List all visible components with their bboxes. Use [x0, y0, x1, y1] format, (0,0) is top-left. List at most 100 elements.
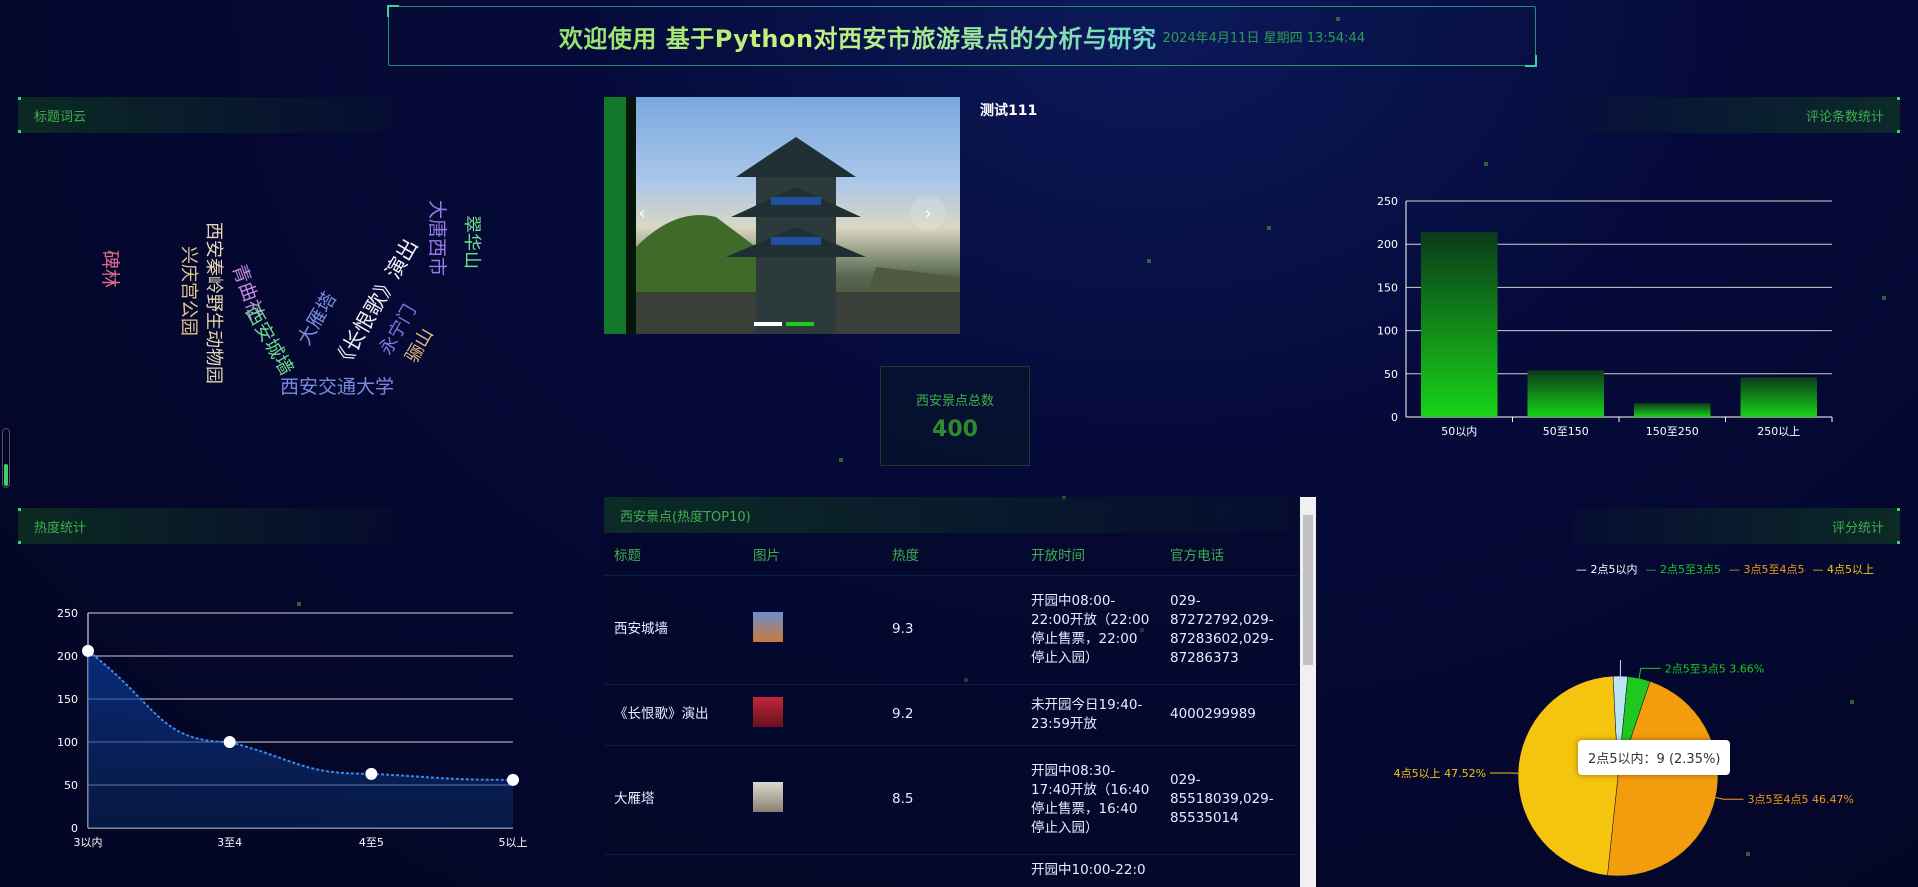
word-cloud-term: 西安秦岭野生动物园	[203, 222, 224, 384]
cell-heat: 9.3	[882, 575, 1021, 685]
decor-dot	[839, 458, 843, 462]
wordcloud: 碑林 兴庆宫公园 西安秦岭野生动物园 青曲社 西安城墙 大雁塔 《长恨歌》演出 …	[20, 150, 560, 450]
carousel-next-button[interactable]: ›	[910, 195, 946, 231]
x-tick-label: 4至5	[359, 836, 384, 849]
column-header: 官方电话	[1160, 533, 1298, 576]
x-tick-label: 3以内	[74, 835, 103, 849]
bar	[1740, 377, 1817, 417]
table-row[interactable]: 西安城墙 9.3 开园中08:00-22:00开放（22:00停止售票，22:0…	[604, 575, 1298, 685]
comments-panel-title: 评论条数统计	[1570, 97, 1900, 133]
table-scrollbar[interactable]	[1300, 497, 1316, 887]
chevron-right-icon: ›	[924, 202, 932, 224]
total-value: 400	[932, 417, 978, 442]
cell-open-time: 开园中08:00-22:00开放（22:00停止售票，22:00停止入园）	[1021, 575, 1160, 685]
table-scrollbar-thumb[interactable]	[1303, 515, 1313, 665]
legend-item[interactable]: — 2点5以内	[1576, 561, 1638, 577]
wordcloud-panel-title: 标题词云	[18, 97, 394, 133]
side-scroll-slider-fill	[4, 464, 8, 486]
x-tick-label: 150至250	[1646, 425, 1699, 438]
x-tick-label: 3至4	[217, 836, 242, 849]
pie-label: 3点5至4点5 46.47%	[1747, 793, 1853, 806]
table-row[interactable]: 大雁塔 8.5 开园中08:30-17:40开放（16:40停止售票，16:40…	[604, 745, 1298, 855]
cell-open-time: 开园中10:00-22:0	[1021, 854, 1160, 887]
legend-label: 2点5至3点5	[1660, 563, 1721, 576]
pie-label-line	[1715, 797, 1744, 800]
x-tick-label: 50至150	[1543, 425, 1589, 438]
y-tick-label: 100	[57, 736, 78, 749]
legend-label: 3点5至4点5	[1743, 563, 1805, 576]
cell-phone: 4000299989	[1160, 684, 1298, 746]
carousel-caption: 测试111	[980, 103, 1038, 119]
word-cloud-term: 大雁塔	[293, 288, 342, 349]
legend-item[interactable]: — 4点5以上	[1813, 561, 1875, 577]
column-header: 图片	[743, 533, 882, 576]
table-header-row: 标题 图片 热度 开放时间 官方电话	[604, 533, 1298, 576]
side-scroll-slider[interactable]	[2, 428, 10, 488]
table-row[interactable]: 开园中10:00-22:0	[604, 854, 1298, 887]
legend-label: 2点5以内	[1590, 563, 1638, 576]
cell-phone: 029-85518039,029-85535014	[1160, 745, 1298, 855]
cell-heat: 8.5	[882, 745, 1021, 855]
carousel-prev-button[interactable]: ‹	[624, 195, 660, 231]
pie-legend: — 2点5以内 — 2点5至3点5 — 3点5至4点5 — 4点5以上	[1576, 561, 1874, 577]
table-title: 西安景点(热度TOP10)	[604, 497, 1316, 533]
data-point	[507, 773, 519, 786]
y-tick-label: 250	[1377, 195, 1398, 208]
cell-image	[743, 684, 882, 746]
word-cloud-term: 西安城墙	[240, 302, 298, 379]
cell-open-time: 未开园今日19:40-23:59开放	[1021, 684, 1160, 746]
panel-corner	[18, 541, 21, 544]
bar	[1421, 232, 1498, 417]
page-title: 欢迎使用 基于Python对西安市旅游景点的分析与研究	[559, 19, 1157, 54]
top10-table: 标题 图片 热度 开放时间 官方电话 西安城墙 9.3 开园中08:00-22:…	[604, 533, 1298, 887]
column-header: 开放时间	[1021, 533, 1160, 576]
y-tick-label: 50	[64, 779, 78, 792]
panel-corner	[18, 97, 21, 100]
bar	[1634, 403, 1711, 417]
legend-label: 4点5以上	[1827, 563, 1874, 576]
table-row[interactable]: 《长恨歌》演出 9.2 未开园今日19:40-23:59开放 400029998…	[604, 684, 1298, 746]
carousel-tab-strip	[604, 97, 626, 334]
cell-image	[743, 854, 882, 887]
cell-image	[743, 745, 882, 855]
heat-line-chart: 0 50 100 150 200 250 3以内 3至4 4至5 5以上	[57, 607, 528, 849]
legend-item[interactable]: — 3点5至4点5	[1729, 561, 1805, 577]
y-tick-label: 0	[71, 822, 78, 835]
cell-phone	[1160, 854, 1298, 887]
pie-tooltip: 2点5以内：9 (2.35%)	[1578, 740, 1731, 775]
panel-corner	[1897, 508, 1900, 511]
cell-phone: 029-87272792,029-87283602,029-87286373	[1160, 575, 1298, 685]
word-cloud-term: 大唐西市	[426, 200, 448, 277]
decor-dot	[1267, 226, 1271, 230]
chevron-left-icon: ‹	[638, 202, 646, 224]
cell-open-time: 开园中08:30-17:40开放（16:40停止售票，16:40停止入园）	[1021, 745, 1160, 855]
decor-dot	[1484, 162, 1488, 166]
attraction-thumbnail	[753, 781, 783, 812]
pie-label: 2点5至3点5 3.66%	[1665, 662, 1764, 675]
bar	[1527, 370, 1604, 417]
legend-item[interactable]: — 2点5至3点5	[1646, 561, 1722, 577]
cell-title: 西安城墙	[604, 575, 743, 685]
y-tick-label: 150	[57, 693, 78, 706]
attraction-thumbnail	[753, 611, 783, 642]
top10-table-panel: 西安景点(热度TOP10) 标题 图片 热度 开放时间 官方电话 西安城墙 9.…	[604, 497, 1316, 887]
pie-label-line	[1619, 660, 1622, 677]
comments-title-text: 评论条数统计	[1805, 109, 1884, 125]
total-label: 西安景点总数	[915, 394, 994, 409]
y-tick-label: 150	[1377, 281, 1398, 294]
x-tick-label: 50以内	[1441, 424, 1477, 438]
y-tick-label: 200	[1377, 238, 1398, 251]
x-tick-label: 250以上	[1757, 425, 1800, 438]
column-header: 标题	[604, 533, 743, 576]
y-tick-label: 0	[1391, 411, 1398, 424]
image-carousel[interactable]: ‹ ›	[604, 97, 960, 334]
y-tick-label: 50	[1384, 368, 1398, 381]
x-tick-label: 5以上	[499, 836, 528, 849]
cell-title: 大雁塔	[604, 745, 743, 855]
panel-corner	[18, 508, 21, 511]
panel-corner	[1897, 130, 1900, 133]
data-point	[365, 767, 378, 780]
word-cloud-term: 西安交通大学	[280, 376, 395, 398]
cell-image	[743, 575, 882, 685]
cell-title: 《长恨歌》演出	[604, 684, 743, 746]
